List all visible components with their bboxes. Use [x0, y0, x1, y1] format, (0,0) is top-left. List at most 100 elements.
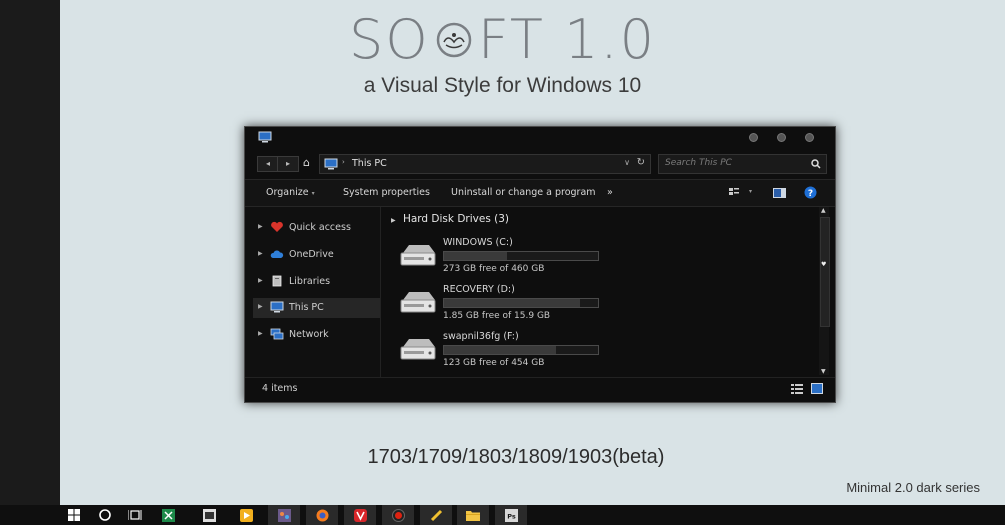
title-block: SO FT 1.0 — [0, 8, 1005, 72]
drive-name: WINDOWS (C:) — [443, 237, 513, 248]
forward-button[interactable]: ▸ — [277, 156, 299, 172]
cloud-icon — [270, 250, 284, 258]
back-button[interactable]: ◂ — [257, 156, 279, 172]
sidebar-item-label: Quick access — [289, 222, 351, 233]
drive-usage-fill — [444, 299, 580, 307]
chevron-down-icon[interactable]: ∨ — [624, 158, 630, 167]
photoshop-icon: Ps — [504, 508, 518, 522]
collapse-arrow-icon[interactable]: ▶ — [391, 217, 396, 224]
drive-name: swapnil36fg (F:) — [443, 331, 519, 342]
task-view-button[interactable] — [119, 505, 151, 525]
search-placeholder: Search This PC — [665, 158, 732, 168]
system-properties-button[interactable]: System properties — [343, 187, 430, 198]
sidebar-item-this-pc[interactable]: ▶ This PC — [253, 298, 380, 318]
media-player-icon — [239, 508, 253, 522]
taskbar-app-vivaldi[interactable] — [344, 505, 376, 525]
address-row: ◂ ▸ ⌂ › This PC ∨ ↻ Search This PC — [253, 154, 827, 174]
start-button[interactable] — [58, 505, 90, 525]
sidebar-item-network[interactable]: ▶ Network — [253, 325, 380, 345]
command-bar: Organize ▾ System properties Uninstall o… — [245, 179, 835, 207]
tools-app-icon — [430, 509, 442, 521]
cortana-button[interactable] — [89, 505, 121, 525]
archive-app-icon — [202, 508, 216, 522]
uninstall-program-button[interactable]: Uninstall or change a program — [451, 187, 596, 198]
taskbar-app-sheet[interactable] — [152, 505, 184, 525]
drive-item-f[interactable]: swapnil36fg (F:) 123 GB free of 454 GB — [399, 331, 799, 376]
breadcrumb[interactable]: This PC — [352, 158, 387, 169]
expand-arrow-icon[interactable]: ▶ — [258, 250, 263, 257]
drive-usage-bar — [443, 345, 599, 355]
drive-free-space: 273 GB free of 460 GB — [443, 264, 545, 274]
search-box[interactable]: Search This PC — [658, 154, 827, 174]
task-view-icon — [128, 510, 142, 520]
close-button[interactable] — [805, 133, 814, 142]
taskbar-app-archive[interactable] — [193, 505, 225, 525]
spreadsheet-app-icon — [161, 508, 175, 522]
status-bar: 4 items — [245, 377, 835, 403]
group-header[interactable]: ▶ Hard Disk Drives (3) — [391, 213, 509, 225]
group-heading-label: Hard Disk Drives (3) — [402, 213, 509, 225]
expand-arrow-icon[interactable]: ▶ — [258, 223, 263, 230]
expand-arrow-icon[interactable]: ▶ — [258, 277, 263, 284]
preview-pane-icon[interactable] — [773, 188, 786, 198]
taskbar-app-photoshop[interactable]: Ps — [495, 505, 527, 525]
svg-text:?: ? — [808, 189, 813, 199]
taskbar-app-record[interactable] — [382, 505, 414, 525]
search-icon[interactable] — [811, 159, 821, 169]
refresh-icon[interactable]: ↻ — [637, 157, 645, 168]
home-icon[interactable]: ⌂ — [303, 156, 310, 169]
sidebar-item-libraries[interactable]: ▶ Libraries — [253, 272, 380, 292]
version-list: 1703/1709/1803/1809/1903(beta) — [367, 446, 665, 468]
series-caption: Minimal 2.0 dark series — [846, 480, 980, 495]
subtitle: a Visual Style for Windows 10 — [363, 74, 642, 97]
scroll-up-icon[interactable]: ▲ — [821, 207, 826, 214]
paint-app-icon — [277, 508, 291, 522]
taskbar: Ps — [0, 505, 1005, 525]
title-left: SO — [349, 8, 430, 71]
scroll-thumb[interactable] — [820, 217, 830, 327]
maximize-button[interactable] — [777, 133, 786, 142]
record-icon — [391, 508, 405, 522]
more-commands-button[interactable]: » — [607, 187, 613, 198]
drive-usage-fill — [444, 346, 557, 354]
vertical-scrollbar[interactable]: ▲ ♥ ▼ — [819, 207, 830, 375]
sidebar-item-quick-access[interactable]: ▶ Quick access — [253, 218, 380, 238]
ornament-icon — [436, 22, 472, 58]
firefox-icon — [316, 509, 328, 521]
large-icons-view-icon[interactable] — [811, 383, 823, 394]
navigation-pane: ▶ Quick access ▶ OneDrive ▶ Libraries ▶ … — [245, 207, 381, 377]
expand-arrow-icon[interactable]: ▶ — [258, 303, 263, 310]
minimize-button[interactable] — [749, 133, 758, 142]
taskbar-app-media[interactable] — [230, 505, 262, 525]
drive-usage-bar — [443, 298, 599, 308]
organize-button[interactable]: Organize ▾ — [266, 187, 315, 198]
drive-item-c[interactable]: WINDOWS (C:) 273 GB free of 460 GB — [399, 237, 799, 282]
sidebar-item-onedrive[interactable]: ▶ OneDrive — [253, 245, 380, 265]
details-view-icon[interactable] — [791, 384, 803, 394]
chevron-down-icon[interactable]: ▾ — [749, 188, 752, 195]
sidebar-item-label: Libraries — [289, 276, 331, 287]
vivaldi-icon — [353, 508, 367, 522]
heart-icon — [271, 221, 283, 232]
computer-icon — [324, 158, 338, 170]
drive-item-d[interactable]: RECOVERY (D:) 1.85 GB free of 15.9 GB — [399, 284, 799, 329]
taskbar-app-tools[interactable] — [420, 505, 452, 525]
computer-icon — [258, 131, 272, 143]
drive-usage-fill — [444, 252, 508, 260]
drive-free-space: 1.85 GB free of 15.9 GB — [443, 311, 551, 321]
scroll-down-icon[interactable]: ▼ — [821, 368, 826, 375]
drive-free-space: 123 GB free of 454 GB — [443, 358, 545, 368]
taskbar-app-paint[interactable] — [268, 505, 300, 525]
view-options-icon[interactable] — [729, 188, 739, 198]
taskbar-app-browser[interactable] — [306, 505, 338, 525]
address-bar[interactable]: › This PC ∨ ↻ — [319, 154, 651, 174]
window-titlebar[interactable] — [245, 127, 835, 149]
chevron-down-icon: ▾ — [311, 190, 315, 197]
item-count: 4 items — [262, 383, 298, 394]
computer-icon — [270, 301, 284, 313]
expand-arrow-icon[interactable]: ▶ — [258, 330, 263, 337]
cortana-circle-icon — [99, 509, 111, 521]
help-icon[interactable]: ? — [804, 186, 817, 199]
taskbar-app-explorer[interactable] — [457, 505, 489, 525]
drive-usage-bar — [443, 251, 599, 261]
